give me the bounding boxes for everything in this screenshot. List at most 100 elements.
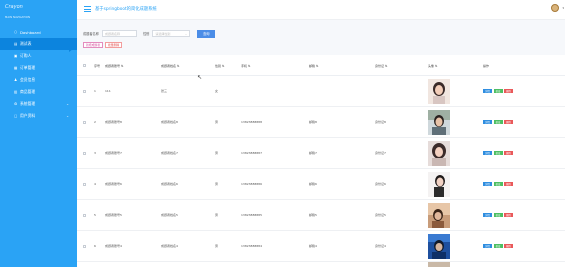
cell-email: 邮箱5 [309,213,317,217]
cell-name: 成题者姓名6 [161,182,178,186]
detail-button[interactable]: 详情 [483,89,492,93]
cell-gender: 男 [215,182,219,186]
sort-icon: ⇅ [315,64,319,68]
column-header-gender[interactable]: 性别 ⇅ [215,64,225,68]
row-checkbox[interactable] [83,121,86,124]
cell-phone: 13823888884 [241,244,262,248]
batch-delete-button[interactable]: 批量删除 [105,42,123,48]
column-header-avatar[interactable]: 头像 ⇅ [428,64,438,68]
cell-account: 111 [105,89,111,93]
cell-email: 邮箱6 [309,182,317,186]
row-checkbox[interactable] [83,152,86,155]
caret-down-icon[interactable]: ▾ [562,6,564,10]
sidebar-item-label: 用户资料 [20,113,36,118]
column-header-label: 手机 [241,64,248,68]
sidebar-item-label: 订购人 [20,53,32,58]
avatar-image [428,79,450,104]
delete-button[interactable]: 删除 [504,89,513,93]
cell-idcard: 身份证7 [375,151,386,155]
cell-account: 成题者账号4 [105,244,122,248]
column-header-account[interactable]: 成题者账号 ⇅ [105,64,124,68]
search-bar: 成题者名称 成题者名称 性别 请选择性别 ⌄ 查询 [83,29,216,38]
sidebar-item-test-table[interactable]: ▤ 测试表 [0,38,77,50]
gender-select[interactable]: 请选择性别 ⌄ [152,30,191,37]
column-header-no[interactable]: 序号 [94,64,100,68]
nav-caption: MAIN NAVIGATION [5,16,31,19]
avatar-image [428,262,450,267]
sidebar-item-subscriber[interactable]: ▣ 订购人 [0,50,77,62]
active-indicator [69,40,77,52]
delete-button[interactable]: 删除 [504,213,513,217]
edit-button[interactable]: 修改 [493,151,503,155]
cell-no: 4 [94,182,96,186]
avatar-image [428,203,450,228]
delete-button[interactable]: 删除 [504,244,513,248]
top-bar: 基于springboot的简化成题系统 ▾ [77,0,565,20]
row-actions: 详情 修改 删除 [483,182,513,186]
cell-gender: 男 [215,213,219,217]
row-checkbox[interactable] [83,245,86,248]
sidebar-item-members[interactable]: ♟ 会员信息 [0,74,77,86]
menu-toggle-icon[interactable] [84,6,91,12]
edit-button[interactable]: 修改 [493,213,503,217]
cell-phone: 13823888887 [241,151,262,155]
name-search-input[interactable]: 成题者名称 [101,30,137,37]
cell-gender: 女 [215,89,219,93]
chevron-down-icon: ⌄ [66,102,69,106]
cell-phone: 13823888886 [241,182,262,186]
sidebar-item-profile[interactable]: ▢ 用户资料 ⌄ [0,110,77,122]
edit-button[interactable]: 修改 [493,120,503,124]
row-checkbox[interactable] [83,183,86,186]
row-actions: 详情 修改 删除 [483,89,513,93]
sidebar-item-label: Dashboard [20,29,41,35]
avatar-image [428,234,450,259]
delete-button[interactable]: 删除 [504,182,513,186]
column-header-phone[interactable]: 手机 ⇅ [241,64,251,68]
row-checkbox[interactable] [83,214,86,217]
column-header-idcard[interactable]: 身份证 ⇅ [375,64,388,68]
cell-account: 成题者账号6 [105,182,122,186]
edit-button[interactable]: 修改 [493,89,503,93]
sidebar-item-label: 系统管理 [20,101,36,106]
avatar-image [428,110,450,135]
sidebar-item-label: 商品管理 [20,89,36,94]
row-checkbox[interactable] [83,90,86,93]
column-header-email[interactable]: 邮箱 ⇅ [309,64,319,68]
detail-button[interactable]: 详情 [483,213,492,217]
sort-icon: ⇅ [176,64,180,68]
delete-button[interactable]: 删除 [504,120,513,124]
add-button[interactable]: 新增成题者 [83,42,103,48]
cell-name: 成题者姓名5 [161,213,178,217]
select-all-checkbox[interactable] [83,64,86,67]
cell-name: 成题者姓名8 [161,120,178,124]
delete-button[interactable]: 删除 [504,151,513,155]
detail-button[interactable]: 详情 [483,151,492,155]
sidebar-item-label: 会员信息 [20,77,36,82]
chevron-down-icon: ⌄ [66,114,69,118]
sidebar-item-goods[interactable]: ▥ 商品管理 [0,86,77,98]
search-button[interactable]: 查询 [197,29,216,38]
edit-button[interactable]: 修改 [493,244,503,248]
sort-icon: ⇅ [120,64,124,68]
table-row: 1 111 张三 女 详情 修改 删除 ↖ [77,74,565,107]
cell-email: 邮箱7 [309,151,317,155]
edit-button[interactable]: 修改 [493,182,503,186]
sort-icon: ⇅ [247,64,251,68]
cell-phone: 13823888888 [241,120,262,124]
column-header-label: 身份证 [375,64,385,68]
sidebar-item-orders[interactable]: ▦ 订单管理 [0,62,77,74]
sidebar-item-system[interactable]: ⚙ 系统管理 ⌄ [0,98,77,110]
data-table: 序号 成题者账号 ⇅ 成题者姓名 ⇅ 性别 ⇅ 手机 ⇅ 邮箱 ⇅ 身份证 ⇅ … [77,55,565,267]
detail-button[interactable]: 详情 [483,244,492,248]
detail-button[interactable]: 详情 [483,120,492,124]
column-header-label: 头像 [428,64,435,68]
sidebar-item-dashboard[interactable]: ○ Dashboard [0,26,77,38]
row-actions: 详情 修改 删除 [483,244,513,248]
cell-no: 1 [94,89,96,93]
detail-button[interactable]: 详情 [483,182,492,186]
user-avatar[interactable] [551,4,559,12]
cell-account: 成题者账号5 [105,213,122,217]
column-header-name[interactable]: 成题者姓名 ⇅ [161,64,180,68]
cell-account: 成题者账号8 [105,120,122,124]
logo: Crayon [5,4,23,10]
